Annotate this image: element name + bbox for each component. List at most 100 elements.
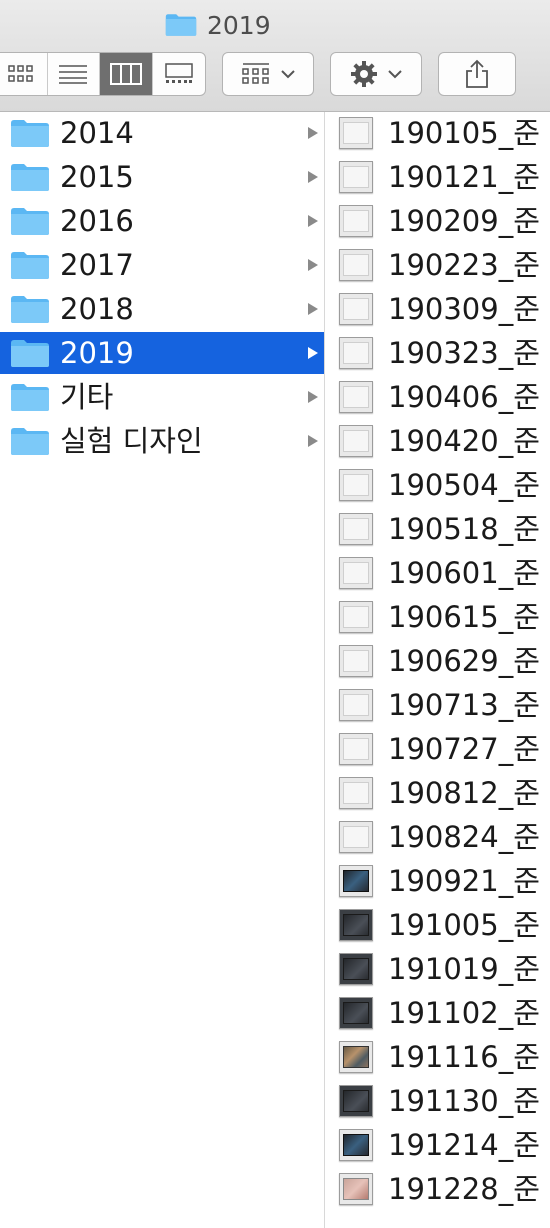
- file-thumbnail-icon: [339, 953, 373, 985]
- file-row[interactable]: 191214_준: [325, 1124, 550, 1166]
- file-name: 190713_준: [388, 688, 540, 722]
- file-name: 191019_준: [388, 952, 540, 986]
- window-title: 2019: [165, 9, 271, 41]
- file-row[interactable]: 190209_준: [325, 200, 550, 242]
- file-row[interactable]: 190309_준: [325, 288, 550, 330]
- view-mode-control: [0, 52, 206, 96]
- folder-icon: [11, 428, 49, 455]
- disclosure-arrow-icon: [308, 391, 318, 403]
- file-thumbnail-icon: [339, 381, 373, 413]
- file-row[interactable]: 191228_준: [325, 1168, 550, 1210]
- folder-name: 2015: [60, 160, 134, 194]
- folder-row[interactable]: 2016: [0, 200, 324, 242]
- file-name: 190309_준: [388, 292, 540, 326]
- file-row[interactable]: 190629_준: [325, 640, 550, 682]
- file-thumbnail-icon: [339, 249, 373, 281]
- file-row[interactable]: 190601_준: [325, 552, 550, 594]
- file-thumbnail-icon: [339, 821, 373, 853]
- folder-row[interactable]: 2017: [0, 244, 324, 286]
- file-thumbnail-icon: [339, 601, 373, 633]
- file-row[interactable]: 190406_준: [325, 376, 550, 418]
- file-thumbnail-icon: [339, 1129, 373, 1161]
- file-name: 190121_준: [388, 160, 540, 194]
- file-name: 190727_준: [388, 732, 540, 766]
- file-name: 190406_준: [388, 380, 540, 414]
- file-thumbnail-icon: [339, 733, 373, 765]
- file-row[interactable]: 191005_준: [325, 904, 550, 946]
- disclosure-arrow-icon: [308, 127, 318, 139]
- list-view-button[interactable]: [48, 53, 100, 95]
- file-row[interactable]: 190713_준: [325, 684, 550, 726]
- columns-icon: [109, 63, 142, 85]
- list-icon: [59, 65, 88, 84]
- file-name: 190824_준: [388, 820, 540, 854]
- grid-icon: [8, 65, 33, 82]
- column-view-button[interactable]: [100, 53, 153, 95]
- file-thumbnail-icon: [339, 469, 373, 501]
- file-thumbnail-icon: [339, 865, 373, 897]
- folder-row[interactable]: 2014: [0, 112, 324, 154]
- file-thumbnail-icon: [339, 1173, 373, 1205]
- share-button[interactable]: [438, 52, 516, 96]
- action-button[interactable]: [330, 52, 422, 96]
- file-row[interactable]: 190824_준: [325, 816, 550, 858]
- file-row[interactable]: 190518_준: [325, 508, 550, 550]
- folder-icon: [165, 14, 197, 36]
- file-row[interactable]: 190323_준: [325, 332, 550, 374]
- file-name: 190323_준: [388, 336, 540, 370]
- file-row[interactable]: 190420_준: [325, 420, 550, 462]
- folder-icon: [11, 208, 49, 235]
- file-row[interactable]: 191130_준: [325, 1080, 550, 1122]
- file-name: 191130_준: [388, 1084, 540, 1118]
- file-row[interactable]: 191116_준: [325, 1036, 550, 1078]
- disclosure-arrow-icon: [308, 215, 318, 227]
- file-name: 190812_준: [388, 776, 540, 810]
- file-row[interactable]: 191019_준: [325, 948, 550, 990]
- folder-name: 실험 디자인: [60, 424, 203, 458]
- file-thumbnail-icon: [339, 425, 373, 457]
- folder-row-selected[interactable]: 2019: [0, 332, 324, 374]
- file-row[interactable]: 190223_준: [325, 244, 550, 286]
- file-name: 190518_준: [388, 512, 540, 546]
- file-name: 190601_준: [388, 556, 540, 590]
- file-row[interactable]: 190121_준: [325, 156, 550, 198]
- group-by-button[interactable]: [222, 52, 314, 96]
- disclosure-arrow-icon: [308, 303, 318, 315]
- file-thumbnail-icon: [339, 205, 373, 237]
- file-row[interactable]: 191102_준: [325, 992, 550, 1034]
- folder-name: 2019: [60, 336, 134, 370]
- file-name: 191214_준: [388, 1128, 540, 1162]
- folder-icon: [11, 252, 49, 279]
- file-row[interactable]: 190615_준: [325, 596, 550, 638]
- folder-name: 2014: [60, 116, 134, 150]
- file-thumbnail-icon: [339, 293, 373, 325]
- file-row[interactable]: 190504_준: [325, 464, 550, 506]
- file-row[interactable]: 190727_준: [325, 728, 550, 770]
- finder-toolbar: 2019: [0, 0, 550, 112]
- file-row[interactable]: 190921_준: [325, 860, 550, 902]
- chevron-down-icon: [388, 70, 402, 79]
- file-row[interactable]: 190812_준: [325, 772, 550, 814]
- folder-row[interactable]: 2015: [0, 156, 324, 198]
- file-name: 191116_준: [388, 1040, 540, 1074]
- file-thumbnail-icon: [339, 1041, 373, 1073]
- file-row[interactable]: 190105_준: [325, 112, 550, 154]
- folder-row[interactable]: 실험 디자인: [0, 420, 324, 462]
- folder-name: 2018: [60, 292, 134, 326]
- disclosure-arrow-icon: [308, 347, 318, 359]
- arrange-icon: [242, 63, 269, 84]
- share-icon: [466, 59, 488, 88]
- file-thumbnail-icon: [339, 777, 373, 809]
- file-name: 190629_준: [388, 644, 540, 678]
- file-thumbnail-icon: [339, 645, 373, 677]
- gear-icon: [351, 61, 377, 87]
- disclosure-arrow-icon: [308, 435, 318, 447]
- folder-name: 기타: [60, 380, 114, 414]
- file-name: 190105_준: [388, 116, 540, 150]
- icon-view-button[interactable]: [0, 53, 48, 95]
- folder-row[interactable]: 기타: [0, 376, 324, 418]
- gallery-view-button[interactable]: [153, 53, 206, 95]
- file-thumbnail-icon: [339, 557, 373, 589]
- file-name: 191228_준: [388, 1172, 540, 1206]
- folder-row[interactable]: 2018: [0, 288, 324, 330]
